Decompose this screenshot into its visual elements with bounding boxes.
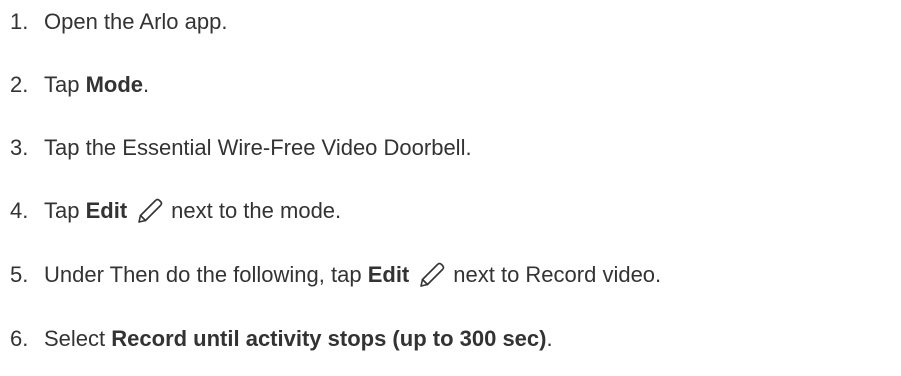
step-number: 3. (10, 135, 29, 160)
pencil-edit-icon (417, 260, 447, 290)
step-number: 5. (10, 262, 29, 287)
step-text-suffix: next to the mode. (171, 198, 342, 223)
step-text-prefix: Tap (44, 72, 86, 97)
step-text-suffix: . (143, 72, 150, 97)
step-number: 4. (10, 198, 29, 223)
step-text-prefix: Under Then do the following, tap (44, 262, 368, 287)
step-number: 1. (10, 9, 29, 34)
instruction-steps-list: 1. Open the Arlo app. 2. Tap Mode. 3. Ta… (0, 0, 901, 376)
step-number: 2. (10, 72, 29, 97)
step-5: 5. Under Then do the following, tap Edit… (0, 257, 661, 293)
step-4: 4. Tap Edit next to the mode. (0, 193, 341, 229)
step-text-prefix: Select (44, 326, 112, 351)
pencil-edit-icon (135, 196, 165, 226)
step-text: Tap Edit next to the mode. (44, 193, 341, 229)
step-text-prefix: Tap (44, 198, 86, 223)
step-text-suffix: . (546, 326, 553, 351)
step-number: 6. (10, 326, 29, 351)
mode-label: Mode (85, 72, 144, 97)
edit-label: Edit (85, 198, 128, 223)
step-1: 1. Open the Arlo app. (0, 4, 227, 40)
step-text: Tap Mode. (44, 67, 149, 103)
step-text: Under Then do the following, tap Edit ne… (44, 257, 661, 293)
step-3: 3. Tap the Essential Wire-Free Video Doo… (0, 130, 472, 166)
step-2: 2. Tap Mode. (0, 67, 149, 103)
step-text-suffix: next to Record video. (453, 262, 662, 287)
edit-label: Edit (367, 262, 410, 287)
step-text: Open the Arlo app. (44, 9, 228, 34)
step-text: Tap the Essential Wire-Free Video Doorbe… (44, 135, 472, 160)
record-option-label: Record until activity stops (up to 300 s… (111, 326, 547, 351)
step-6: 6. Select Record until activity stops (u… (0, 321, 553, 357)
step-text: Select Record until activity stops (up t… (44, 321, 553, 357)
